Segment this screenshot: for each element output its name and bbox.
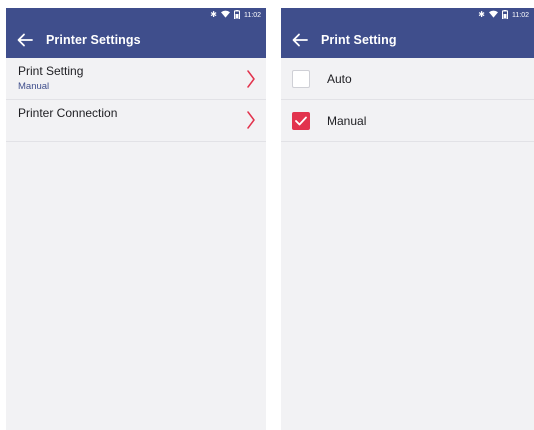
bluetooth-icon: ✱	[210, 10, 217, 19]
option-manual[interactable]: Manual	[281, 100, 534, 142]
option-manual-label: Manual	[327, 113, 367, 128]
printer-connection-item[interactable]: Printer Connection	[6, 100, 266, 142]
back-arrow-icon[interactable]	[16, 31, 34, 49]
print-setting-item[interactable]: Print Setting Manual	[6, 58, 266, 100]
option-auto[interactable]: Auto	[281, 58, 534, 100]
back-arrow-icon[interactable]	[291, 31, 309, 49]
status-time: 11:02	[244, 11, 261, 19]
app-bar: Print Setting	[281, 22, 534, 58]
status-time: 11:02	[512, 11, 529, 19]
chevron-right-icon	[247, 111, 255, 129]
battery-icon	[234, 9, 240, 21]
check-icon	[295, 116, 307, 125]
auto-checkbox[interactable]	[292, 69, 310, 88]
option-auto-label: Auto	[327, 71, 352, 86]
printer-connection-label: Printer Connection	[18, 106, 118, 120]
wifi-icon	[489, 10, 498, 20]
status-bar: ✱ 11:02	[281, 8, 534, 22]
page-title: Print Setting	[321, 33, 397, 47]
app-bar: Printer Settings	[6, 22, 266, 58]
print-setting-label: Print Setting	[18, 64, 84, 78]
printer-settings-screen: ✱ 11:02 Printer Settings Print Setting M…	[6, 8, 266, 430]
page-title: Printer Settings	[46, 33, 141, 47]
print-setting-value: Manual	[18, 81, 50, 92]
print-setting-screen: ✱ 11:02 Print Setting Auto Manual	[281, 8, 534, 430]
bluetooth-icon: ✱	[478, 10, 485, 19]
manual-checkbox[interactable]	[292, 111, 310, 130]
wifi-icon	[221, 10, 230, 20]
chevron-right-icon	[247, 69, 255, 88]
status-bar: ✱ 11:02	[6, 8, 266, 22]
battery-icon	[502, 9, 508, 21]
